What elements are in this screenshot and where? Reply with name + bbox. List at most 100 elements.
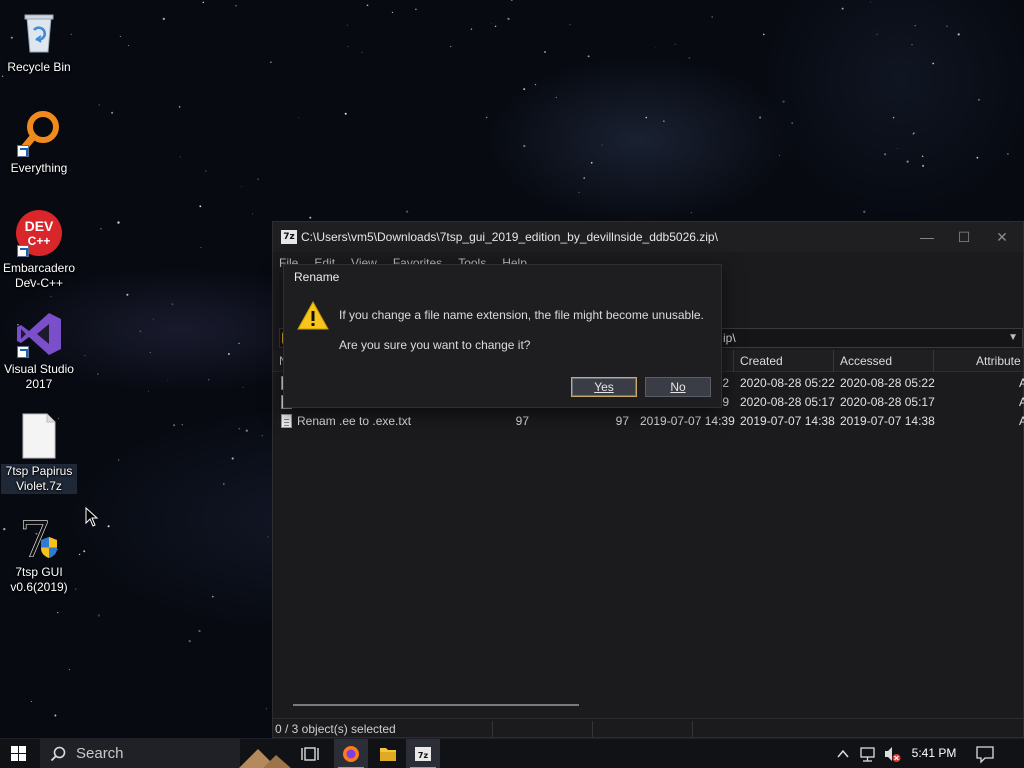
minimize-button[interactable]: — [908, 222, 946, 252]
star [199, 205, 202, 208]
taskbar-clock[interactable]: 5:41 PM [906, 739, 962, 768]
desktop-icon-recycle-bin[interactable]: Recycle Bin [1, 8, 77, 75]
star [107, 525, 110, 528]
7z-file-icon [15, 412, 63, 460]
taskbar-search-box[interactable]: Search [40, 739, 291, 768]
desktop-icon-7tsp-gui[interactable]: 7 7tsp GUI v0.6(2019) [1, 511, 77, 595]
star [663, 120, 665, 122]
star [494, 25, 497, 27]
star [188, 640, 191, 643]
star [97, 373, 99, 375]
star [523, 88, 526, 91]
star [139, 330, 142, 333]
desktop-icon-visual-studio[interactable]: Visual Studio 2017 [1, 310, 77, 392]
close-button[interactable]: ✕ [983, 222, 1021, 252]
maximize-button[interactable]: ☐ [945, 222, 983, 252]
desktop-icon-everything[interactable]: Everything [1, 109, 77, 176]
taskbar-firefox[interactable] [334, 739, 368, 768]
star [922, 164, 925, 167]
star [914, 25, 916, 27]
network-icon [860, 747, 875, 762]
star [510, 0, 513, 1]
show-hidden-icons-button[interactable] [834, 739, 852, 768]
action-center-button[interactable] [972, 739, 998, 768]
task-view-button[interactable] [298, 739, 326, 768]
everything-search-icon [15, 109, 63, 157]
recycle-bin-icon [15, 8, 63, 56]
star [932, 62, 935, 65]
star [791, 122, 794, 125]
star [162, 17, 165, 21]
notification-icon [976, 746, 994, 764]
star [50, 296, 52, 298]
star [876, 33, 878, 36]
star [118, 459, 120, 461]
taskbar-7zip[interactable]: 7z [406, 739, 440, 768]
star [266, 708, 268, 710]
star [231, 457, 234, 460]
network-status[interactable] [857, 739, 879, 768]
star [111, 111, 114, 114]
star [762, 33, 765, 36]
star [152, 318, 154, 320]
star [167, 380, 169, 381]
status-separator [592, 721, 593, 737]
desktop-icon-label: 7tsp Papirus Violet.7z [1, 464, 77, 494]
star [569, 24, 571, 26]
star [200, 246, 202, 248]
status-separator [692, 721, 693, 737]
star [361, 51, 363, 53]
column-accessed[interactable]: Accessed [834, 350, 934, 372]
star [391, 11, 394, 14]
star [57, 611, 59, 614]
star [126, 293, 129, 296]
yes-button-label: Yes [594, 380, 614, 394]
star [98, 104, 100, 106]
star [841, 7, 844, 10]
star [205, 170, 207, 172]
cell-attr: A [1019, 395, 1024, 409]
star [470, 28, 473, 30]
start-button[interactable] [0, 739, 38, 768]
no-button[interactable]: No [645, 377, 711, 397]
volume-status[interactable] [881, 739, 903, 768]
yes-button[interactable]: Yes [571, 377, 637, 397]
star [238, 428, 240, 430]
horizontal-scrollbar[interactable] [293, 704, 579, 706]
star [976, 156, 979, 159]
desktop-icon-dev-cpp[interactable]: DEV C++ Embarcadero Dev-C++ [1, 209, 77, 291]
search-highlight-image [239, 749, 291, 768]
firefox-icon [343, 746, 359, 762]
cell-modified: 2019-07-07 14:39 [640, 414, 735, 428]
desktop-icon-7tsp-papirus[interactable]: 7tsp Papirus Violet.7z [1, 412, 77, 494]
column-attributes[interactable]: Attribute [970, 350, 1024, 372]
star [978, 98, 980, 101]
cell-created: 2019-07-07 14:38 [740, 414, 835, 428]
desktop-icon-label: Visual Studio 2017 [4, 362, 74, 391]
star [366, 4, 369, 7]
chevron-down-icon[interactable]: ▼ [1008, 329, 1018, 347]
star [578, 191, 580, 194]
star [590, 161, 593, 164]
desktop-icon-label: Embarcadero Dev-C++ [2, 261, 76, 290]
taskbar: Search 7z 5:41 PM [0, 738, 1024, 768]
column-created[interactable]: Created [734, 350, 834, 372]
star [957, 33, 960, 36]
status-bar: 0 / 3 object(s) selected [273, 718, 1023, 738]
status-selection: 0 / 3 object(s) selected [275, 722, 396, 736]
table-row[interactable]: Renam .ee to .exe.txt 97 97 2019-07-07 1… [273, 412, 1024, 431]
star [148, 390, 150, 392]
star [913, 132, 915, 134]
window-titlebar[interactable]: 7z C:\Users\vm5\Downloads\7tsp_gui_2019_… [273, 222, 1023, 252]
cell-size: 97 [515, 414, 529, 428]
volume-muted-icon [885, 747, 901, 762]
cell-packed: 97 [615, 414, 629, 428]
star [645, 116, 648, 119]
star [223, 483, 225, 485]
star [179, 156, 181, 158]
dev-cpp-icon: DEV C++ [15, 209, 63, 257]
taskbar-file-explorer[interactable] [372, 739, 404, 768]
star [173, 424, 176, 427]
star [208, 379, 210, 381]
star [711, 16, 713, 18]
